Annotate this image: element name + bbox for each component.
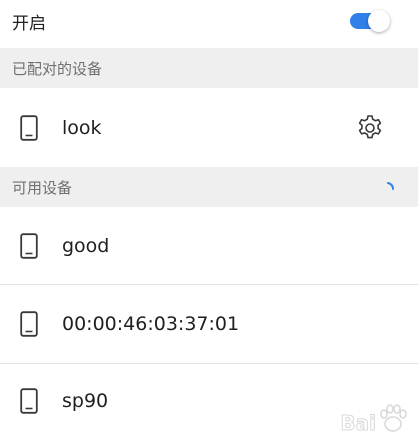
toggle-label: 开启 [12, 13, 46, 34]
device-name: sp90 [62, 390, 109, 412]
device-name: look [62, 116, 102, 139]
available-devices-title: 可用设备 [12, 178, 73, 197]
paired-devices-header: 已配对的设备 [0, 48, 418, 88]
switch-knob [368, 10, 390, 32]
available-devices-header: 可用设备 [0, 167, 418, 207]
bluetooth-toggle-row[interactable]: 开启 [0, 0, 418, 46]
phone-icon [20, 388, 38, 414]
watermark: Bai [340, 401, 412, 436]
paired-devices-title: 已配对的设备 [12, 59, 103, 78]
bluetooth-switch[interactable] [350, 10, 390, 32]
paired-device-row[interactable]: look [0, 88, 418, 167]
available-device-row[interactable]: 00:00:46:03:37:01 [0, 284, 418, 363]
paw-logo-icon [380, 404, 407, 432]
available-device-row[interactable]: good [0, 207, 418, 284]
scanning-spinner-icon [387, 182, 395, 190]
phone-icon [20, 232, 38, 259]
device-name: good [62, 234, 110, 257]
bluetooth-settings-screen: 开启 已配对的设备 look 可用设备 good 00:00:46:03:37:… [0, 0, 418, 439]
phone-icon [20, 310, 38, 337]
gear-icon[interactable] [356, 114, 384, 142]
watermark-text: Bai [340, 411, 377, 436]
phone-icon [20, 114, 38, 141]
device-name: 00:00:46:03:37:01 [62, 312, 240, 335]
